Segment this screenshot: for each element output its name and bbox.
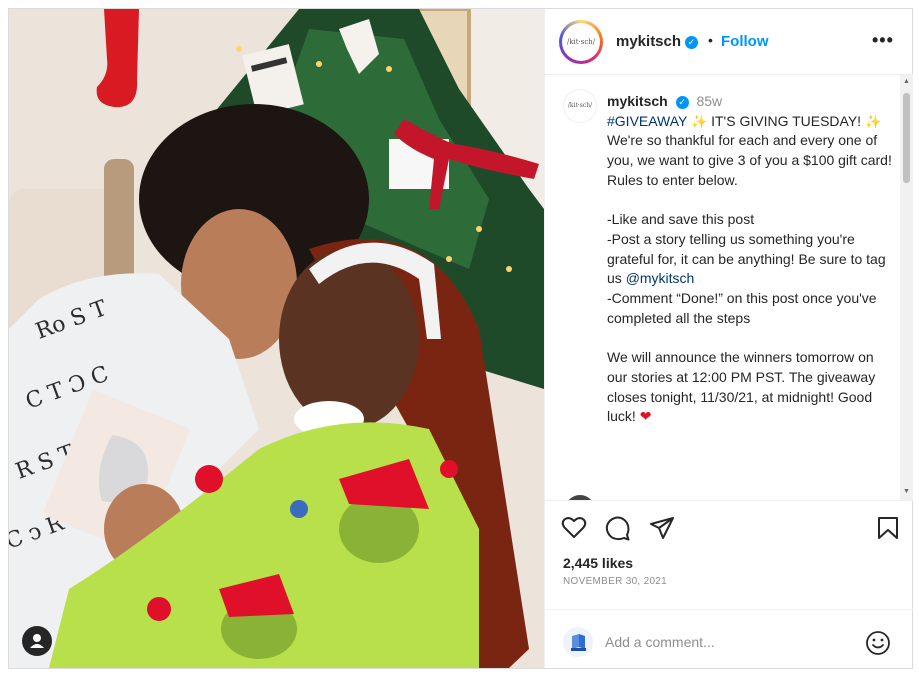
- hashtag-link[interactable]: #GIVEAWAY: [607, 113, 687, 129]
- caption-avatar[interactable]: /kit·sch/: [563, 89, 597, 123]
- photo-illustration: Ro S T C T Ɔ C R S T I C ↄ R: [9, 9, 544, 668]
- share-icon[interactable]: [649, 516, 675, 540]
- caption-intro: #GIVEAWAY ✨ IT'S GIVING TUESDAY! ✨ We're…: [607, 112, 893, 191]
- profile-avatar[interactable]: /kit·sch/: [559, 20, 603, 64]
- heart-icon[interactable]: [561, 516, 587, 540]
- header-username-text: mykitsch: [616, 33, 682, 50]
- caption-headline: IT'S GIVING TUESDAY!: [711, 112, 862, 129]
- bookmark-icon[interactable]: [877, 516, 899, 540]
- caption-scrollbar[interactable]: ▲ ▼: [900, 75, 913, 500]
- heart-emoji-icon: ❤: [639, 408, 652, 425]
- scroll-up-icon[interactable]: ▲: [903, 78, 910, 85]
- verified-icon: ✓: [685, 36, 699, 49]
- post-actions: 2,445 likes NOVEMBER 30, 2021: [545, 500, 913, 616]
- user-avatar-icon: [571, 634, 586, 651]
- post-header: /kit·sch/ mykitsch ✓ • Follow •••: [545, 9, 913, 75]
- scroll-down-icon[interactable]: ▼: [903, 488, 910, 495]
- header-username[interactable]: mykitsch ✓: [616, 33, 699, 50]
- emoji-icon[interactable]: [865, 630, 891, 656]
- comment-input[interactable]: [605, 632, 845, 652]
- caption-text: mykitsch ✓ 85w #GIVEAWAY ✨ IT'S GIVING T…: [607, 92, 893, 427]
- current-user-avatar[interactable]: [563, 627, 593, 657]
- post-side-panel: /kit·sch/ mykitsch ✓ • Follow ••• /kit·sc…: [544, 9, 913, 668]
- header-separator: •: [708, 32, 713, 48]
- more-icon[interactable]: •••: [872, 30, 894, 51]
- rule-3: -Comment “Done!” on this post once you'v…: [607, 290, 877, 326]
- rule-1: -Like and save this post: [607, 211, 755, 228]
- comment-icon[interactable]: [605, 516, 631, 542]
- follow-button[interactable]: Follow: [721, 33, 769, 50]
- likes-count[interactable]: 2,445 likes: [563, 555, 633, 571]
- caption-announce: We will announce the winners tomorrow on…: [607, 348, 893, 427]
- sparkle-icon: ✨: [864, 113, 882, 129]
- caption-verified-icon: ✓: [675, 96, 689, 109]
- post-photo[interactable]: Ro S T C T Ɔ C R S T I C ↄ R: [9, 9, 544, 668]
- mention-link[interactable]: @mykitsch: [626, 270, 695, 286]
- caption-area[interactable]: /kit·sch/ mykitsch ✓ 85w #GIVEAWAY ✨ IT'…: [545, 75, 913, 500]
- caption-gap: [607, 328, 893, 348]
- post-date[interactable]: NOVEMBER 30, 2021: [563, 576, 667, 587]
- user-tag-icon: [30, 634, 44, 648]
- caption-thanks: We're so thankful for each and every one…: [607, 132, 892, 188]
- avatar-logo: /kit·sch/: [562, 23, 600, 61]
- user-tag-button[interactable]: [22, 626, 52, 656]
- comment-bar: [545, 609, 913, 668]
- caption-username[interactable]: mykitsch: [607, 93, 668, 109]
- caption-time[interactable]: 85w: [696, 93, 722, 109]
- post-modal: Ro S T C T Ɔ C R S T I C ↄ R /kit·sch/ m…: [8, 8, 913, 669]
- rule-2: -Post a story telling us something you'r…: [607, 230, 893, 289]
- scroll-thumb[interactable]: [903, 93, 910, 183]
- caption-gap: [607, 191, 893, 211]
- sparkle-icon: ✨: [691, 113, 708, 129]
